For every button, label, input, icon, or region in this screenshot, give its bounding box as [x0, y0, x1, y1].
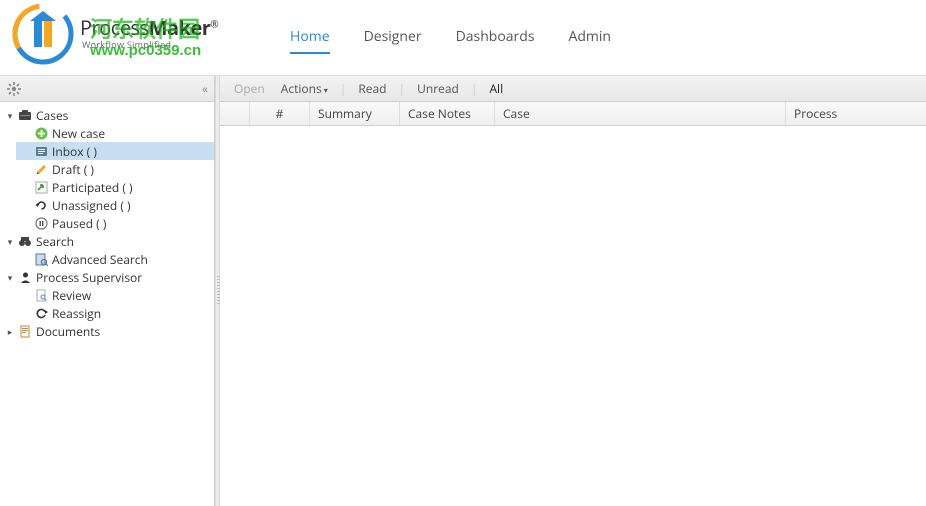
tree-node-participated[interactable]: Participated ( ): [16, 178, 214, 196]
tree-node-review[interactable]: Review: [16, 286, 214, 304]
col-process[interactable]: Process: [786, 102, 926, 125]
grid-header: # Summary Case Notes Case Process: [220, 102, 926, 126]
sidebar-header: «: [0, 76, 214, 102]
tree-label: Paused ( ): [52, 215, 106, 232]
tree-label: Cases: [36, 107, 68, 124]
tree-node-new-case[interactable]: New case: [16, 124, 214, 142]
tree-label: Review: [52, 287, 91, 304]
collapse-sidebar-icon[interactable]: «: [202, 80, 208, 97]
inbox-icon: [33, 143, 49, 159]
logo-area: ProcessMaker® Workflow Simplified 河东软件园 …: [20, 8, 250, 68]
briefcase-icon: [17, 107, 33, 123]
expand-icon[interactable]: [4, 235, 16, 248]
registered-mark: ®: [210, 16, 218, 30]
tree-label: Inbox ( ): [52, 143, 97, 160]
nav-designer[interactable]: Designer: [364, 21, 422, 54]
expand-icon[interactable]: [4, 325, 16, 338]
pencil-icon: [33, 161, 49, 177]
tree-node-cases[interactable]: Cases: [0, 106, 214, 124]
splitter-handle[interactable]: [215, 76, 220, 506]
processmaker-logo-icon: [12, 3, 74, 65]
binoculars-icon: [17, 233, 33, 249]
tree-node-draft[interactable]: Draft ( ): [16, 160, 214, 178]
separator: |: [469, 80, 480, 97]
tree-label: Unassigned ( ): [52, 197, 131, 214]
col-case[interactable]: Case: [495, 102, 786, 125]
nav-admin[interactable]: Admin: [569, 21, 612, 54]
col-case-notes[interactable]: Case Notes: [400, 102, 495, 125]
person-icon: [17, 269, 33, 285]
nav-dashboards[interactable]: Dashboards: [456, 21, 535, 54]
tree-label: Reassign: [52, 305, 101, 322]
toolbar-read[interactable]: Read: [352, 80, 392, 97]
brand-part-a: Process: [80, 14, 149, 41]
refresh-icon: [33, 197, 49, 213]
reassign-icon: [33, 305, 49, 321]
separator: |: [397, 80, 408, 97]
nav-tree: Cases New case Inbox ( ) Draft ( ) Parti…: [0, 102, 214, 506]
sidebar: « Cases New case Inbox ( ) Draft ( ) Par…: [0, 76, 215, 506]
brand-part-b: Maker: [149, 14, 211, 41]
tree-node-paused[interactable]: Paused ( ): [16, 214, 214, 232]
share-arrow-icon: [33, 179, 49, 195]
brand-name: ProcessMaker®: [80, 14, 218, 41]
toolbar-all[interactable]: All: [483, 80, 509, 97]
tree-label: New case: [52, 125, 105, 142]
top-nav: Home Designer Dashboards Admin: [290, 21, 611, 54]
brand-tagline: Workflow Simplified: [82, 38, 171, 51]
chevron-down-icon: ▾: [324, 85, 328, 96]
col-summary[interactable]: Summary: [310, 102, 400, 125]
expand-icon[interactable]: [4, 109, 16, 122]
documents-icon: [17, 323, 33, 339]
tree-node-advanced-search[interactable]: Advanced Search: [16, 250, 214, 268]
tree-node-search[interactable]: Search: [0, 232, 214, 250]
pause-icon: [33, 215, 49, 231]
content-area: Open Actions▾ | Read | Unread | All # Su…: [220, 76, 926, 506]
tree-node-documents[interactable]: Documents: [0, 322, 214, 340]
tree-label: Draft ( ): [52, 161, 94, 178]
document-search-icon: [33, 287, 49, 303]
tree-label: Process Supervisor: [36, 269, 142, 286]
toolbar-open: Open: [228, 80, 271, 97]
main-layout: « Cases New case Inbox ( ) Draft ( ) Par…: [0, 75, 926, 506]
tree-label: Documents: [36, 323, 100, 340]
tree-label: Advanced Search: [52, 251, 148, 268]
tree-node-reassign[interactable]: Reassign: [16, 304, 214, 322]
search-list-icon: [33, 251, 49, 267]
nav-home[interactable]: Home: [290, 21, 330, 54]
grid-body: [220, 126, 926, 506]
cases-toolbar: Open Actions▾ | Read | Unread | All: [220, 76, 926, 102]
tree-node-supervisor[interactable]: Process Supervisor: [0, 268, 214, 286]
tree-node-unassigned[interactable]: Unassigned ( ): [16, 196, 214, 214]
toolbar-unread[interactable]: Unread: [411, 80, 465, 97]
expand-icon[interactable]: [4, 271, 16, 284]
gear-icon[interactable]: [6, 81, 22, 97]
toolbar-actions-label: Actions: [281, 80, 322, 97]
plus-circle-icon: [33, 125, 49, 141]
tree-node-inbox[interactable]: Inbox ( ): [16, 142, 214, 160]
col-checkbox[interactable]: [220, 102, 250, 125]
col-hash[interactable]: #: [250, 102, 310, 125]
tree-label: Search: [36, 233, 74, 250]
tree-label: Participated ( ): [52, 179, 133, 196]
toolbar-actions[interactable]: Actions▾: [275, 80, 334, 97]
app-header: ProcessMaker® Workflow Simplified 河东软件园 …: [0, 0, 926, 75]
separator: |: [338, 80, 349, 97]
